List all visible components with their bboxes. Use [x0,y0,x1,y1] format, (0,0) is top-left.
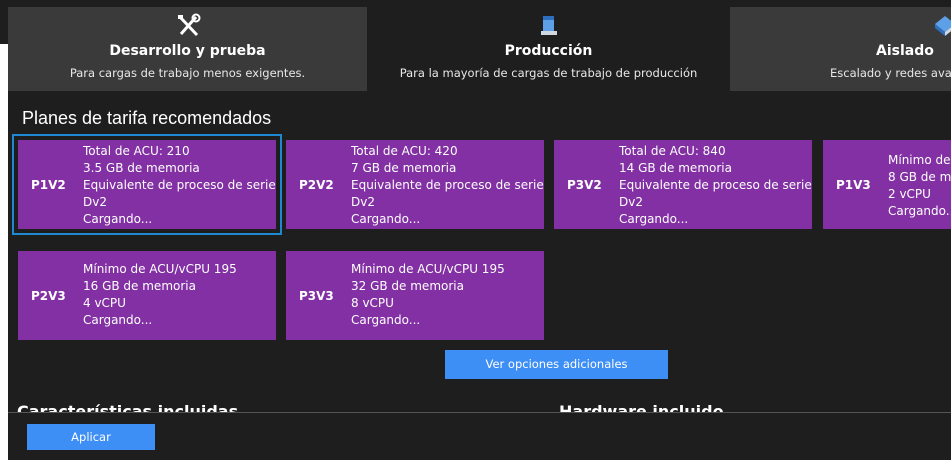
plan-details: Total de ACU: 420 7 GB de memoria Equiva… [351,143,544,228]
plan-vcpu: 8 vCPU [351,296,394,310]
plan-sku: P1V2 [31,178,66,192]
apply-button[interactable]: Aplicar [27,424,155,450]
tab-dev-test-desc: Para cargas de trabajo menos exigentes. [69,66,306,80]
plan-price-loading: Cargando... [83,212,153,226]
plan-price-loading: Cargando... [351,212,421,226]
plan-card-p3v2[interactable]: P3V2 Total de ACU: 840 14 GB de memoria … [554,140,812,229]
plan-acu: Total de ACU: 210 [83,144,190,158]
plan-memory: 14 GB de memoria [619,161,732,175]
host-page-edge-top [0,0,8,44]
plan-vcpu: 4 vCPU [83,296,126,310]
plan-price-loading: Cargando... [83,313,153,327]
plan-compute-series: Dv2 [351,195,375,209]
pricing-tier-panel: Desarrollo y prueba Para cargas de traba… [8,0,951,460]
tab-production[interactable]: Producción Para la mayoría de cargas de … [367,7,730,91]
plan-acu: Mínimo de ACU/vCPU 195 [83,262,237,276]
tab-isolated-title: Aislado [876,43,934,59]
more-options-button[interactable]: Ver opciones adicionales [445,350,668,379]
plan-compute: Equivalente de proceso de serie [83,178,276,192]
tier-tabs: Desarrollo y prueba Para cargas de traba… [8,7,951,91]
plan-card-p2v2[interactable]: P2V2 Total de ACU: 420 7 GB de memoria E… [286,140,544,229]
plan-price-loading: Cargando... [888,204,951,218]
features-heading: Características incluidas [17,404,238,412]
plan-sku: P2V3 [31,289,66,303]
plan-acu: Total de ACU: 840 [619,144,726,158]
plan-details: Mínimo de ACU/vCPU 195 8 GB de memoria 2… [888,152,951,220]
plan-card-p1v2[interactable]: P1V2 Total de ACU: 210 3.5 GB de memoria… [12,134,282,235]
plan-compute: Equivalente de proceso de serie [351,178,544,192]
plan-vcpu: 2 vCPU [888,187,931,201]
hardware-heading: Hardware incluido [559,404,724,412]
plan-compute: Equivalente de proceso de serie [619,178,812,192]
plan-price-loading: Cargando... [619,212,689,226]
plan-sku: P2V2 [299,178,334,192]
plan-compute-series: Dv2 [619,195,643,209]
tab-isolated[interactable]: Aislado Escalado y redes avanzados [730,7,951,91]
plan-memory: 7 GB de memoria [351,161,457,175]
plan-card-p1v3[interactable]: P1V3 Mínimo de ACU/vCPU 195 8 GB de memo… [823,140,951,229]
tab-dev-test-title: Desarrollo y prueba [109,43,266,59]
tab-production-title: Producción [504,43,593,59]
tools-icon [177,13,200,37]
plan-acu: Total de ACU: 420 [351,144,458,158]
plan-memory: 8 GB de memoria [888,170,951,184]
server-icon [540,16,557,35]
recommended-plans-title: Planes de tarifa recomendados [22,108,272,128]
isolated-icon [935,16,951,36]
plan-sku: P3V3 [299,289,334,303]
footer-bar: Aplicar [8,412,951,460]
plan-details: Mínimo de ACU/vCPU 195 16 GB de memoria … [83,261,237,329]
plan-card-p3v3[interactable]: P3V3 Mínimo de ACU/vCPU 195 32 GB de mem… [286,251,544,340]
tab-isolated-desc: Escalado y redes avanzados [830,66,951,80]
plan-memory: 32 GB de memoria [351,279,464,293]
plan-acu: Mínimo de ACU/vCPU 195 [351,262,505,276]
plan-memory: 16 GB de memoria [83,279,196,293]
plan-details: Mínimo de ACU/vCPU 195 32 GB de memoria … [351,261,505,329]
tab-production-desc: Para la mayoría de cargas de trabajo de … [399,66,698,80]
plan-sku: P1V3 [836,178,871,192]
plan-compute-series: Dv2 [83,195,107,209]
host-page-edge [0,0,8,460]
plan-memory: 3.5 GB de memoria [83,161,200,175]
plan-details: Total de ACU: 210 3.5 GB de memoria Equi… [83,143,276,228]
plan-sku: P3V2 [567,178,602,192]
plan-details: Total de ACU: 840 14 GB de memoria Equiv… [619,143,812,228]
plan-price-loading: Cargando... [351,313,421,327]
plan-card-p2v3[interactable]: P2V3 Mínimo de ACU/vCPU 195 16 GB de mem… [18,251,276,340]
tab-dev-test[interactable]: Desarrollo y prueba Para cargas de traba… [8,7,367,91]
plan-acu: Mínimo de ACU/vCPU 195 [888,153,951,167]
